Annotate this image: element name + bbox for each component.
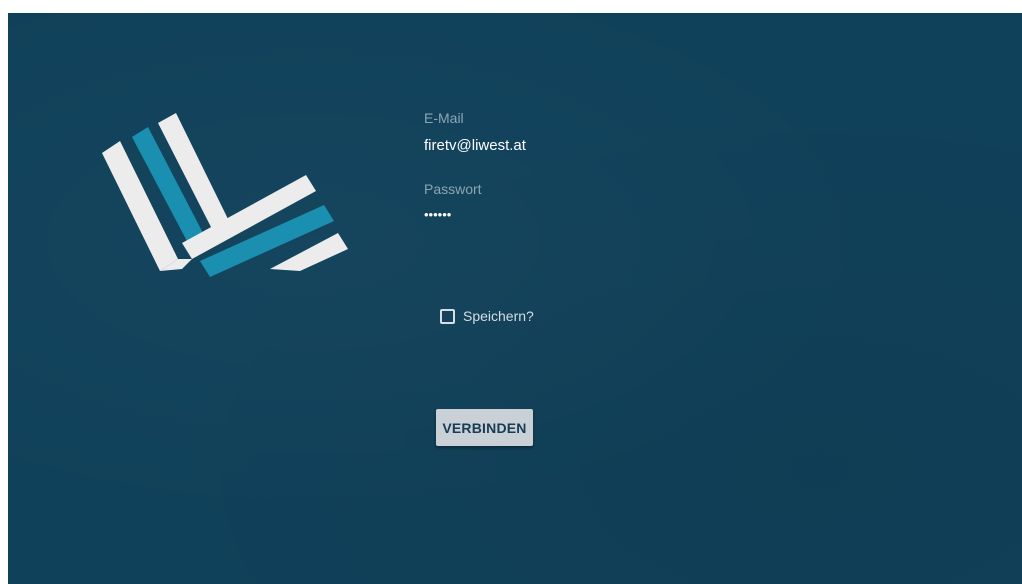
email-label: E-Mail [424, 110, 464, 126]
remember-checkbox-row[interactable]: Speichern? [440, 306, 534, 326]
logo-white-outer [102, 141, 178, 271]
password-input[interactable]: •••••• [424, 207, 724, 222]
password-label: Passwort [424, 181, 482, 197]
connect-button[interactable]: VERBINDEN [436, 409, 533, 446]
remember-label: Speichern? [463, 308, 534, 324]
email-input[interactable] [424, 137, 724, 154]
login-form: E-Mail Passwort •••••• Speichern? VERBIN… [424, 13, 824, 584]
login-screen: E-Mail Passwort •••••• Speichern? VERBIN… [8, 13, 1022, 584]
liwest-logo [102, 113, 348, 277]
checkbox-unchecked-icon[interactable] [440, 308, 455, 324]
